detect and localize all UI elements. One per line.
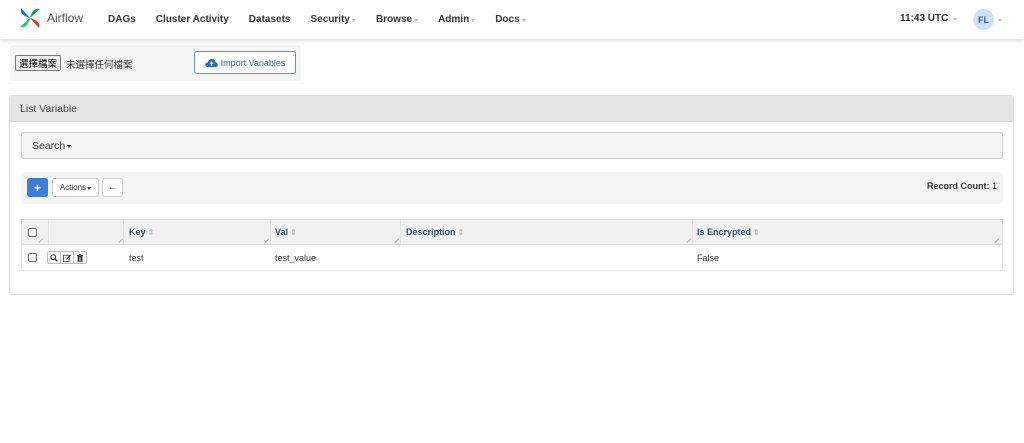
clock-label: 11:43 UTC [900,13,949,24]
column-header-val[interactable]: Val ⇕ [275,220,297,244]
chevron-down-icon [998,18,1002,22]
chevron-down-icon [521,18,526,22]
row-action-group [47,251,87,264]
search-icon [50,253,58,262]
column-key-label: Key ⇕ [129,227,154,237]
cloud-upload-icon [204,58,218,67]
file-status-label: 未選擇任何檔案 [66,60,133,71]
chevron-down-icon [67,144,72,148]
chevron-down-icon [351,18,356,22]
search-toggle[interactable]: Search [21,132,1003,159]
record-count-label: Record Count: [926,181,990,191]
table-row: test test_value False [21,245,1003,271]
cell-key: test [129,252,144,263]
nav-security-label: Security [310,14,350,25]
user-menu[interactable]: FL [973,9,1002,30]
column-is-encrypted-label: Is Encrypted ⇕ [697,227,760,237]
nav-docs-label: Docs [495,14,520,25]
cell-is-encrypted: False [697,252,720,263]
import-variables-form: 選擇檔案 未選擇任何檔案 Import Variables [10,45,301,81]
resize-handle-icon [682,234,692,244]
nav-dags[interactable]: DAGs [108,14,136,25]
column-divider [692,220,693,244]
nav-datasets[interactable]: Datasets [249,14,291,25]
brand-name: Airflow [47,11,84,25]
column-divider [270,220,271,244]
actions-label: Actions [59,183,87,192]
edit-icon [63,254,71,262]
airflow-logo-icon [20,8,40,28]
edit-record-button[interactable] [60,251,74,264]
nav-browse[interactable]: Browse [375,14,419,25]
column-is-encrypted-text: Is Encrypted [697,227,752,237]
nav-docs[interactable]: Docs [495,14,526,25]
add-record-button[interactable]: + [27,178,48,197]
chevron-down-icon [87,186,92,190]
table-header: Key ⇕ Val ⇕ Description ⇕ Is Encrypted ⇕ [21,219,1003,245]
row-checkbox-cell [28,245,37,270]
nav-cluster-activity-label: Cluster Activity [155,14,229,25]
back-button[interactable]: ← [102,178,123,197]
view-record-button[interactable] [47,251,61,264]
nav-security[interactable]: Security [310,14,356,25]
trash-icon [76,253,84,262]
import-variables-button[interactable]: Import Variables [194,51,296,74]
record-count: Record Count: 1 [927,181,997,191]
record-count-value: 1 [991,181,997,191]
nav-datasets-label: Datasets [248,14,291,25]
choose-file-button[interactable]: 選擇檔案 [15,55,62,71]
resize-handle-icon [990,234,1000,244]
variables-table: Key⇕ Val⇕ Description⇕ Is Encrypted⇕ [21,219,1003,271]
column-val-text: Val [275,227,289,237]
resize-handle-icon [390,234,400,244]
top-navbar: Airflow DAGs Cluster Activity Datasets S… [0,0,1024,39]
nav-cluster-activity[interactable]: Cluster Activity [156,14,229,25]
sort-icon: ⇕ [753,227,760,237]
brand-link[interactable]: Airflow [18,6,83,30]
main-nav: DAGs Cluster Activity Datasets Security … [108,0,546,39]
column-divider [48,220,49,244]
cell-val: test_value [275,252,317,263]
select-all-checkbox[interactable] [28,227,37,237]
resize-handle-icon [260,234,270,244]
actions-dropdown[interactable]: Actions [52,178,99,197]
delete-record-button[interactable] [73,251,87,264]
resize-handle-icon [114,234,124,244]
nav-browse-label: Browse [375,14,413,25]
chevron-down-icon [953,17,958,21]
list-variable-panel: List Variable Search + Actions ← Record … [9,95,1014,295]
column-header-key[interactable]: Key ⇕ [129,220,154,244]
sort-icon: ⇕ [457,227,465,237]
column-divider [123,220,124,244]
column-key-text: Key [129,227,146,237]
column-divider [400,220,401,244]
row-checkbox[interactable] [28,253,37,262]
column-header-is-encrypted[interactable]: Is Encrypted ⇕ [697,220,760,244]
sort-icon: ⇕ [147,227,155,237]
column-description-label: Description ⇕ [406,227,464,237]
panel-title: List Variable [10,96,1013,122]
avatar: FL [973,9,994,30]
nav-admin-label: Admin [438,14,470,25]
column-header-description[interactable]: Description ⇕ [406,220,464,244]
column-val-label: Val ⇕ [275,227,297,237]
nav-admin[interactable]: Admin [438,14,476,25]
row-actions [47,245,87,270]
sort-icon: ⇕ [290,227,297,237]
clock-dropdown[interactable]: 11:43 UTC [900,13,958,24]
nav-dags-label: DAGs [108,14,136,25]
chevron-down-icon [414,18,419,22]
chevron-down-icon [471,18,476,22]
search-label: Search [32,139,66,152]
list-toolbar: + Actions ← Record Count: 1 [21,172,1003,204]
column-description-text: Description [406,227,456,237]
import-variables-label: Import Variables [220,57,286,68]
